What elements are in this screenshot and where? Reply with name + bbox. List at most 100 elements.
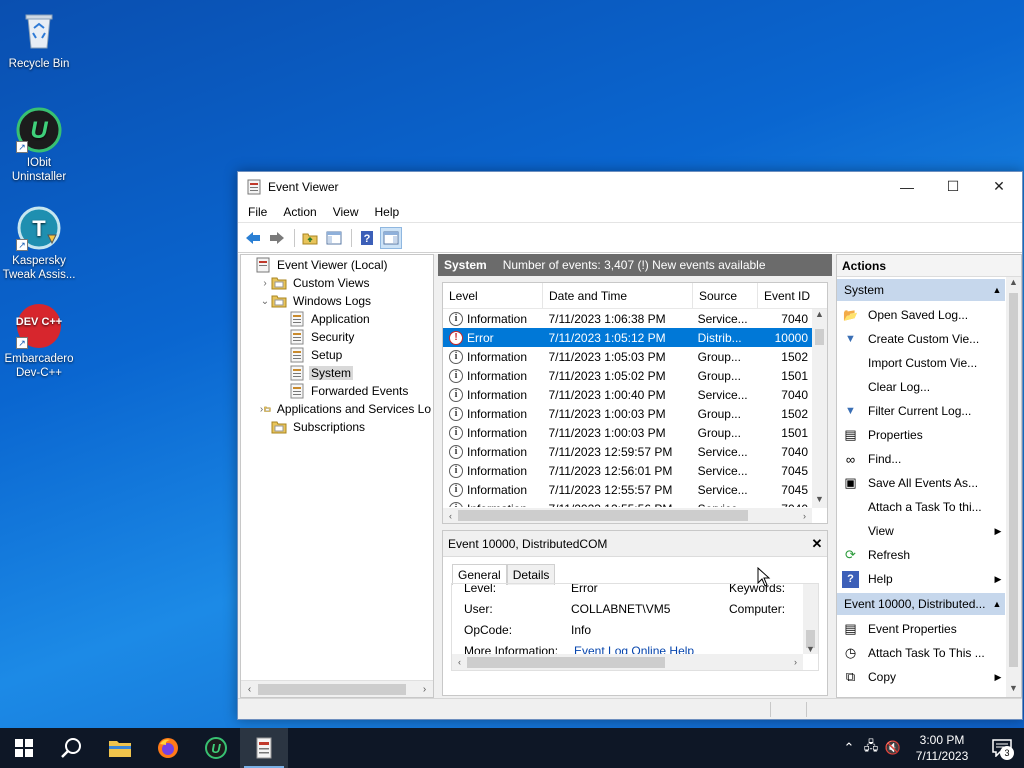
scroll-down-icon[interactable]: ▼ (1006, 683, 1021, 697)
desktop-icon-iobit[interactable]: U ↗ IObit Uninstaller (0, 107, 78, 184)
desktop-icon-kaspersky[interactable]: T ↗ Kaspersky Tweak Assis... (0, 205, 78, 282)
show-hide-action-pane-button[interactable] (380, 226, 402, 249)
event-row[interactable]: i Information 7/11/2023 12:55:57 PM Service… (443, 480, 812, 499)
event-row[interactable]: i Information 7/11/2023 1:06:38 PM Service.… (443, 309, 812, 328)
show-hide-console-tree-button[interactable] (323, 227, 345, 249)
action-item[interactable]: ⟳ Refresh (837, 543, 1005, 567)
taskbar-event-viewer[interactable] (240, 728, 288, 768)
event-row[interactable]: i Information 7/11/2023 12:56:01 PM Service… (443, 461, 812, 480)
tree-item[interactable]: Application (241, 310, 433, 328)
scroll-thumb[interactable] (467, 656, 665, 668)
desktop-icon-devcpp[interactable]: DEV C++ ↗ Embarcadero Dev-C++ (0, 303, 78, 380)
clock[interactable]: 3:00 PM 7/11/2023 (904, 732, 980, 764)
detail-horizontal-scrollbar[interactable]: ‹ › (452, 654, 803, 670)
column-header-date[interactable]: Date and Time (543, 283, 693, 308)
action-item[interactable]: ▤ Event Properties (837, 617, 1005, 641)
tree-item[interactable]: Forwarded Events (241, 382, 433, 400)
scroll-right-icon[interactable]: › (416, 684, 433, 695)
expand-chevron-icon[interactable]: › (259, 278, 271, 289)
event-row[interactable]: i Information 7/11/2023 1:00:03 PM Group...… (443, 423, 812, 442)
scroll-down-icon[interactable]: ▼ (812, 494, 827, 508)
event-row[interactable]: i Information 7/11/2023 1:05:02 PM Group...… (443, 366, 812, 385)
action-item[interactable]: ▣ Save All Events As... (837, 471, 1005, 495)
scroll-thumb[interactable] (258, 683, 406, 695)
expand-chevron-icon[interactable]: ⌄ (259, 296, 271, 307)
action-item[interactable]: Import Custom Vie... (837, 351, 1005, 375)
grid-vertical-scrollbar[interactable]: ▲ ▼ (812, 309, 827, 508)
menu-file[interactable]: File (240, 205, 275, 219)
actions-section-event[interactable]: Event 10000, Distributed... ▲ (837, 593, 1005, 615)
minimize-button[interactable]: — (884, 172, 930, 201)
detail-vertical-scrollbar[interactable]: ▼ (803, 584, 818, 654)
menu-view[interactable]: View (325, 205, 367, 219)
scroll-right-icon[interactable]: › (797, 511, 812, 521)
event-row[interactable]: ! Error 7/11/2023 1:05:12 PM Distrib... 1000… (443, 328, 812, 347)
action-center-button[interactable]: 3 (980, 728, 1024, 768)
event-row[interactable]: i Information 7/11/2023 1:00:40 PM Service.… (443, 385, 812, 404)
tree-item[interactable]: Event Viewer (Local) (241, 256, 433, 274)
start-button[interactable] (0, 728, 48, 768)
action-item[interactable]: ? Help ▶ (837, 567, 1005, 591)
close-button[interactable]: ✕ (976, 172, 1022, 201)
maximize-button[interactable]: ☐ (930, 172, 976, 201)
grid-horizontal-scrollbar[interactable]: ‹ › (443, 508, 812, 523)
action-item[interactable]: ⧉ Copy ▶ (837, 665, 1005, 689)
tree-item[interactable]: ⌄ Windows Logs (241, 292, 433, 310)
collapse-caret-icon[interactable]: ▲ (989, 599, 1005, 609)
action-item[interactable]: ∞ Find... (837, 447, 1005, 471)
event-row[interactable]: i Information 7/11/2023 1:05:03 PM Group...… (443, 347, 812, 366)
collapse-caret-icon[interactable]: ▲ (989, 285, 1005, 295)
tab-details[interactable]: Details (506, 564, 556, 585)
event-row[interactable]: i Information 7/11/2023 1:00:03 PM Group...… (443, 404, 812, 423)
action-item[interactable]: Attach a Task To thi... (837, 495, 1005, 519)
scroll-right-icon[interactable]: › (788, 657, 803, 667)
menu-action[interactable]: Action (275, 205, 324, 219)
scroll-left-icon[interactable]: ‹ (452, 657, 467, 667)
scroll-thumb[interactable] (458, 510, 748, 521)
help-button[interactable]: ? (356, 227, 378, 249)
action-item[interactable]: ▼ Filter Current Log... (837, 399, 1005, 423)
menu-help[interactable]: Help (367, 205, 408, 219)
event-row[interactable]: i Information 7/11/2023 12:59:57 PM Service… (443, 442, 812, 461)
tab-general[interactable]: General (452, 564, 507, 585)
action-item[interactable]: 📂 Open Saved Log... (837, 303, 1005, 327)
tree-item[interactable]: Subscriptions (241, 418, 433, 436)
action-item[interactable]: ▤ Properties (837, 423, 1005, 447)
actions-vertical-scrollbar[interactable]: ▲ ▼ (1006, 277, 1021, 697)
tree-item[interactable]: › Custom Views (241, 274, 433, 292)
scroll-up-icon[interactable]: ▲ (812, 309, 827, 323)
volume-muted-icon[interactable]: 🔇 (882, 740, 904, 756)
scroll-up-icon[interactable]: ▲ (1006, 277, 1021, 291)
actions-section-system[interactable]: System ▲ (837, 279, 1005, 301)
detail-close-button[interactable]: ✕ (807, 536, 827, 552)
action-item[interactable]: View ▶ (837, 519, 1005, 543)
column-header-source[interactable]: Source (693, 283, 758, 308)
scroll-thumb[interactable] (1009, 293, 1018, 667)
tree-item[interactable]: System (241, 364, 433, 382)
column-header-event-id[interactable]: Event ID (758, 283, 814, 308)
scroll-left-icon[interactable]: ‹ (443, 511, 458, 521)
forward-button[interactable] (266, 227, 288, 249)
event-row[interactable]: i Information 7/11/2023 12:55:56 PMService… (443, 499, 812, 507)
tree-horizontal-scrollbar[interactable]: ‹ › (241, 680, 433, 697)
scroll-left-icon[interactable]: ‹ (241, 684, 258, 695)
title-bar[interactable]: Event Viewer — ☐ ✕ (238, 172, 1022, 201)
scroll-thumb[interactable] (815, 329, 824, 345)
tree-item[interactable]: Security (241, 328, 433, 346)
desktop-icon-recycle-bin[interactable]: Recycle Bin (0, 8, 78, 71)
column-header-level[interactable]: Level (443, 283, 543, 308)
tree-item[interactable]: Setup (241, 346, 433, 364)
show-hidden-icons-chevron-icon[interactable]: ⌃ (838, 740, 860, 756)
tree-item[interactable]: › Applications and Services Lo (241, 400, 433, 418)
action-item[interactable]: ▼ Create Custom Vie... (837, 327, 1005, 351)
taskbar-firefox[interactable] (144, 728, 192, 768)
back-button[interactable] (242, 227, 264, 249)
scroll-down-icon[interactable]: ▼ (803, 644, 818, 654)
taskbar-iobit[interactable]: U (192, 728, 240, 768)
taskbar-file-explorer[interactable] (96, 728, 144, 768)
up-folder-button[interactable] (299, 227, 321, 249)
network-icon[interactable]: 🖧 (860, 737, 882, 759)
search-button[interactable] (48, 728, 96, 768)
action-item[interactable]: ◷ Attach Task To This ... (837, 641, 1005, 665)
action-item[interactable]: Clear Log... (837, 375, 1005, 399)
